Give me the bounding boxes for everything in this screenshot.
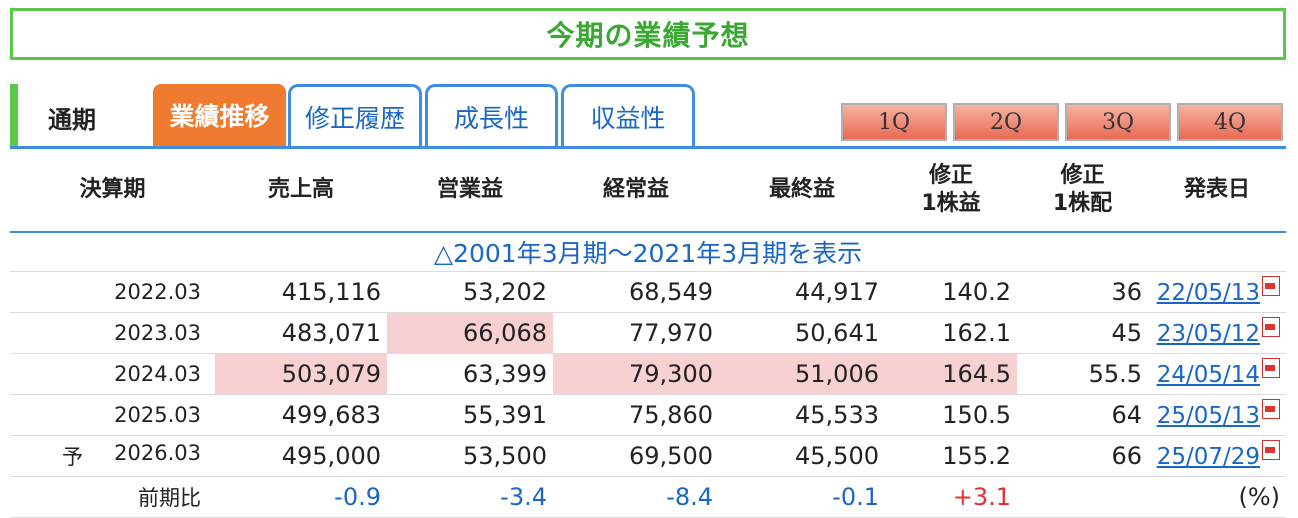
cell-ordinary-profit: 77,970 xyxy=(629,319,713,347)
cell-dividend: 55.5 xyxy=(1088,360,1142,388)
table-row: 2024.03 503,079 63,399 79,300 51,006 164… xyxy=(10,353,1286,395)
cell-dividend: 64 xyxy=(1111,401,1142,429)
cell-sales: 415,116 xyxy=(281,278,381,306)
change-unit: (%) xyxy=(1238,483,1280,511)
cell-date: 25/05/13 xyxy=(1148,395,1286,436)
tab-accent-bar xyxy=(10,84,18,148)
change-ordinary-profit: -8.4 xyxy=(666,483,713,511)
cell-date: 25/07/29 xyxy=(1148,436,1286,477)
table-row: 2023.03 483,071 66,068 77,970 50,641 162… xyxy=(10,312,1286,354)
cell-dividend: 36 xyxy=(1111,278,1142,306)
cell-net-profit: 45,500 xyxy=(795,442,879,470)
table-header-row: 決算期 売上高 営業益 経常益 最終益 修正 1株益 修正 1株配 発表日 xyxy=(10,149,1286,232)
expand-row: △2001年3月期〜2021年3月期を表示 xyxy=(10,232,1286,272)
cell-eps: 150.5 xyxy=(942,401,1011,429)
date-link[interactable]: 22/05/13 xyxy=(1157,280,1260,306)
cell-ordinary-profit: 79,300 xyxy=(553,353,719,395)
header-sales: 売上高 xyxy=(267,177,334,202)
cell-net-profit: 44,917 xyxy=(795,278,879,306)
quarter-3q-button[interactable]: 3Q xyxy=(1065,103,1171,141)
table-row: 2025.03 499,683 55,391 75,860 45,533 150… xyxy=(10,395,1286,436)
cell-sales: 483,071 xyxy=(281,319,381,347)
cell-ordinary-profit: 69,500 xyxy=(629,442,713,470)
tab-bar: 通期 業績推移 修正履歴 成長性 収益性 1Q 2Q 3Q 4Q xyxy=(10,84,1286,148)
cell-operating-profit: 66,068 xyxy=(387,312,553,354)
cell-dividend: 45 xyxy=(1111,319,1142,347)
change-eps: +3.1 xyxy=(952,483,1011,511)
cell-period: 2024.03 xyxy=(114,362,201,386)
cell-sales: 499,683 xyxy=(281,401,381,429)
cell-operating-profit: 55,391 xyxy=(463,401,547,429)
cell-period-value: 2026.03 xyxy=(114,441,201,465)
cell-sales: 503,079 xyxy=(215,353,387,395)
cell-net-profit: 50,641 xyxy=(795,319,879,347)
cell-period: 予 2026.03 xyxy=(10,436,215,477)
tab-performance-trend[interactable]: 業績推移 xyxy=(153,84,286,146)
cell-eps: 164.5 xyxy=(885,353,1017,395)
cell-period: 2022.03 xyxy=(114,280,201,304)
cell-eps: 155.2 xyxy=(942,442,1011,470)
pdf-icon[interactable] xyxy=(1262,317,1280,337)
cell-date: 23/05/12 xyxy=(1148,313,1286,354)
header-operating-profit: 営業益 xyxy=(436,177,503,202)
tab-profitability[interactable]: 収益性 xyxy=(561,84,695,146)
change-sales: -0.9 xyxy=(334,483,381,511)
cell-ordinary-profit: 68,549 xyxy=(629,278,713,306)
pdf-icon[interactable] xyxy=(1262,358,1280,378)
performance-table: 決算期 売上高 営業益 経常益 最終益 修正 1株益 修正 1株配 発表日 △200… xyxy=(10,149,1286,518)
section-title: 今期の業績予想 xyxy=(546,19,750,52)
cell-net-profit: 51,006 xyxy=(719,353,885,395)
cell-eps: 162.1 xyxy=(942,319,1011,347)
tab-revision-history[interactable]: 修正履歴 xyxy=(288,84,422,146)
quarter-4q-button[interactable]: 4Q xyxy=(1177,103,1283,141)
change-net-profit: -0.1 xyxy=(832,483,879,511)
tab-growth[interactable]: 成長性 xyxy=(425,84,558,146)
header-eps-line2: 1株益 xyxy=(921,191,981,216)
header-date: 発表日 xyxy=(1183,177,1250,202)
quarter-1q-button[interactable]: 1Q xyxy=(841,103,947,141)
forecast-mark: 予 xyxy=(62,445,83,469)
date-link[interactable]: 24/05/14 xyxy=(1157,362,1260,388)
cell-sales: 495,000 xyxy=(281,442,381,470)
tab-annual[interactable]: 通期 xyxy=(48,100,96,135)
header-dividend: 修正 1株配 xyxy=(1017,149,1148,232)
pdf-icon[interactable] xyxy=(1262,440,1280,460)
header-period: 決算期 xyxy=(79,177,146,202)
cell-operating-profit: 63,399 xyxy=(463,360,547,388)
change-label: 前期比 xyxy=(138,486,201,510)
header-div-line2: 1株配 xyxy=(1052,191,1113,216)
cell-date: 22/05/13 xyxy=(1148,272,1286,313)
table-row: 2022.03 415,116 53,202 68,549 44,917 140… xyxy=(10,272,1286,313)
expand-history-link[interactable]: △2001年3月期〜2021年3月期を表示 xyxy=(10,232,1286,272)
cell-period: 2023.03 xyxy=(114,321,201,345)
header-eps-line1: 修正 xyxy=(928,163,973,188)
cell-period: 2025.03 xyxy=(114,403,201,427)
header-div-line1: 修正 xyxy=(1060,163,1105,188)
cell-operating-profit: 53,500 xyxy=(463,442,547,470)
header-net-profit: 最終益 xyxy=(768,177,835,202)
cell-net-profit: 45,533 xyxy=(795,401,879,429)
change-row: 前期比 -0.9 -3.4 -8.4 -0.1 +3.1 (%) xyxy=(10,477,1286,518)
date-link[interactable]: 25/05/13 xyxy=(1157,403,1260,429)
cell-eps: 140.2 xyxy=(942,278,1011,306)
date-link[interactable]: 25/07/29 xyxy=(1157,444,1260,470)
header-eps: 修正 1株益 xyxy=(885,149,1017,232)
header-ordinary-profit: 経常益 xyxy=(602,177,669,202)
pdf-icon[interactable] xyxy=(1262,276,1280,296)
change-dividend xyxy=(1017,477,1148,518)
date-link[interactable]: 23/05/12 xyxy=(1157,321,1260,347)
pdf-icon[interactable] xyxy=(1262,399,1280,419)
cell-operating-profit: 53,202 xyxy=(463,278,547,306)
cell-dividend: 66 xyxy=(1111,442,1142,470)
cell-date: 24/05/14 xyxy=(1148,354,1286,395)
section-title-box: 今期の業績予想 xyxy=(10,8,1286,60)
change-operating-profit: -3.4 xyxy=(500,483,547,511)
quarter-2q-button[interactable]: 2Q xyxy=(953,103,1059,141)
cell-ordinary-profit: 75,860 xyxy=(629,401,713,429)
table-row-forecast: 予 2026.03 495,000 53,500 69,500 45,500 15… xyxy=(10,436,1286,477)
